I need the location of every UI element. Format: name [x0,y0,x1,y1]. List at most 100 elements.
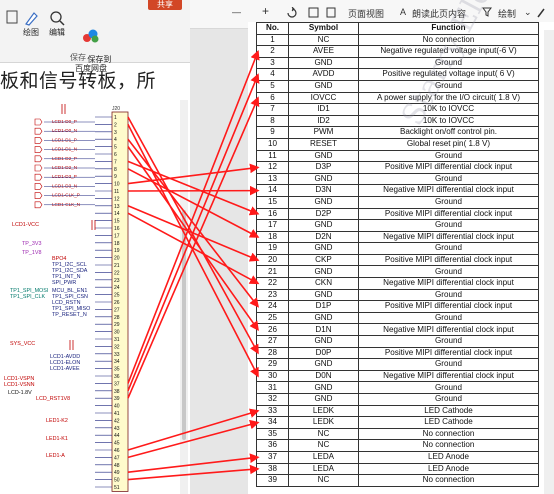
table-row: 2 AVEE Negative regulated voltage input(-6… [256,45,539,58]
table-row: 21 GND Ground [256,265,539,279]
symbol-cell: GND [288,172,359,186]
table-row: 13 GND Ground [256,172,539,186]
symbol-cell: CKP [288,253,359,267]
rotate-icon [287,6,297,18]
pin-number: 25 [114,293,120,299]
table-row: 5 GND Ground [256,79,539,93]
function-cell: 10K to IOVCC [358,103,539,116]
pin-number: 11 [114,189,119,195]
function-cell: A power supply for the I/O circuit( 1.8 … [358,91,539,105]
pin-number-cell: 21 [256,265,289,279]
schematic-image: J20 1 2 3 4 5 6 7 8 9 10 11 12 13 14 15 16 17 18 19 20 21 22 23… [0,100,180,494]
table-row: 4 AVDD Positive regulated voltage input( 6… [256,68,539,81]
function-cell: Negative MIPI differential clock input [358,184,539,197]
chevron-down-icon[interactable]: ⌄ [524,7,532,18]
symbol-cell: GND [288,288,359,302]
table-row: 39 NC No connection [256,474,539,487]
pin-number: 39 [114,396,120,402]
zoom-in-button[interactable]: + [262,4,269,18]
function-cell: LED Cathode [358,404,539,418]
pin-number-cell: 30 [256,369,289,383]
pin-number-cell: 25 [256,311,289,325]
pin-definition-table: No. Symbol Function 1 NC No connection 2 AVE… [256,22,539,487]
table-row: 30 D0N Negative MIPI differential clock in… [256,369,539,383]
edit-button[interactable]: 编辑 [46,10,68,37]
table-row: 10 RESET Global reset pin( 1.8 V) [256,137,539,151]
symbol-cell: LEDA [288,450,359,464]
signal-label: LED1-K1 [46,436,68,442]
diff-net-label: LCD1-D3_N [52,183,77,188]
draw-button[interactable]: 绘图 [20,10,42,37]
symbol-cell: GND [288,242,359,255]
pin-number: 5 [114,145,117,151]
symbol-cell: NC [288,439,359,452]
table-row: 22 CKN Negative MIPI differential clock in… [256,277,539,290]
function-cell: Global reset pin( 1.8 V) [358,137,539,151]
table-row: 1 NC No connection [256,33,539,47]
pin-number-cell: 34 [256,416,289,429]
table-row: 29 GND Ground [256,358,539,371]
format-icon [6,10,18,24]
pin-number-cell: 33 [256,404,289,418]
pin-number: 36 [114,374,120,380]
symbol-cell: D3N [288,184,359,197]
symbol-cell: GND [288,381,359,394]
bold-format-button[interactable] [4,10,20,26]
symbol-cell: ID2 [288,114,359,128]
pin-number: 35 [114,367,120,373]
left-scrollbar-thumb[interactable] [182,210,186,440]
pin-number: 34 [114,359,120,365]
page-view-button[interactable]: 页面视图 [348,7,384,20]
pin-number: 21 [114,263,120,269]
pin-number-cell: 36 [256,439,289,452]
header-no: No. [256,22,289,35]
read-aloud-icon: A [400,7,407,17]
pin-number: 12 [114,196,120,202]
pin-number: 13 [114,204,120,210]
pin-number: 15 [114,219,120,225]
table-row: 35 NC No connection [256,427,539,441]
pin-number: 44 [114,433,120,439]
pin-number: 26 [114,300,120,306]
symbol-cell: NC [288,427,359,441]
highlighter-icon[interactable] [536,7,546,20]
function-cell: Negative MIPI differential clock input [358,277,539,290]
pin-number: 47 [114,455,120,461]
rotate-button[interactable] [286,6,297,20]
table-row: 20 CKP Positive MIPI differential clock in… [256,253,539,267]
fit-page-button[interactable] [308,7,319,20]
table-row: 26 D1N Negative MIPI differential clock in… [256,323,539,337]
pin-number-cell: 19 [256,242,289,255]
table-body: 1 NC No connection 2 AVEE Negative regulated … [256,33,539,487]
function-cell: Ground [358,358,539,371]
pin-number: 6 [114,152,117,158]
symbol-cell: LEDA [288,462,359,476]
pin-number: 7 [114,159,117,165]
pdf-scrollbar[interactable] [544,30,554,494]
cloud-icon [83,29,99,43]
function-cell: Positive MIPI differential clock input [358,207,539,221]
pin-number-cell: 1 [256,33,289,47]
signal-label: TP1_SPI_CLK [10,294,45,300]
zoom-out-button[interactable]: — [232,7,241,17]
pin-number: 50 [114,478,120,484]
draw-tool-button[interactable]: 绘制 [498,7,516,20]
pin-number: 43 [114,426,120,432]
pin-number: 16 [114,226,120,232]
function-cell: Negative MIPI differential clock input [358,369,539,383]
function-cell: Positive MIPI differential clock input [358,300,539,313]
pin-number: 17 [114,233,120,239]
function-cell: Ground [358,381,539,394]
diff-net-label: LCD1-D0_P [52,119,77,124]
diff-net-label: LCD1-D2_N [52,165,77,170]
diff-net-label: LCD1-D2_P [52,156,77,161]
net-flag-icon [34,183,43,190]
share-button[interactable]: 共享 [148,0,182,10]
pin-number: 14 [114,211,120,217]
table-row: 33 LEDK LED Cathode [256,404,539,418]
pin-number: 30 [114,330,120,336]
table-row: 9 PWM Backlight on/off control pin. [256,126,539,139]
symbol-cell: D0P [288,346,359,360]
function-cell: Negative MIPI differential clock input [358,323,539,337]
function-cell: 10K to IOVCC [358,114,539,128]
